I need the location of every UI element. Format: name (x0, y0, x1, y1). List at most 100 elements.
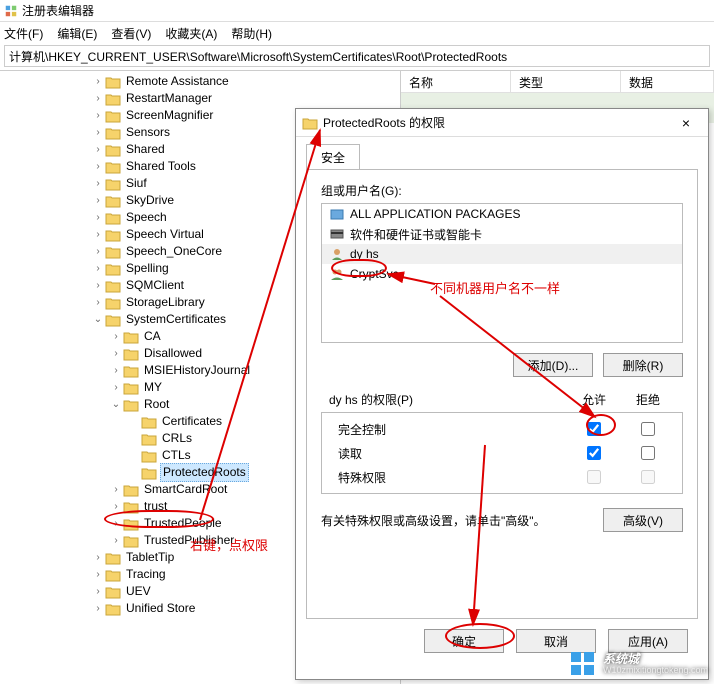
tree-label: CA (142, 328, 163, 345)
close-button[interactable]: × (664, 115, 708, 131)
folder-icon (105, 262, 121, 276)
folder-icon (141, 466, 157, 480)
menu-view[interactable]: 查看(V) (111, 25, 151, 42)
expander-icon[interactable]: › (92, 294, 104, 311)
perm-row-special: 特殊权限 (322, 465, 682, 489)
tree-item[interactable]: › RestartManager (18, 90, 400, 107)
expander-icon[interactable]: › (110, 515, 122, 532)
tree-label: RestartManager (124, 90, 214, 107)
expander-icon[interactable]: › (92, 260, 104, 277)
folder-icon (105, 551, 121, 565)
tree-label: Spelling (124, 260, 171, 277)
expander-icon[interactable]: › (92, 226, 104, 243)
watermark: 系统城 W10zmixitiongtokeng.com (569, 650, 708, 678)
allow-full-checkbox[interactable] (587, 422, 601, 436)
menu-favorites[interactable]: 收藏夹(A) (165, 25, 217, 42)
folder-icon (141, 415, 157, 429)
expander-icon[interactable]: › (92, 243, 104, 260)
ok-button[interactable]: 确定 (424, 629, 504, 653)
allow-read-checkbox[interactable] (587, 446, 601, 460)
folder-icon (105, 296, 121, 310)
users-icon (330, 267, 344, 281)
address-bar[interactable]: 计算机\HKEY_CURRENT_USER\Software\Microsoft… (4, 45, 710, 67)
expander-icon[interactable]: › (92, 107, 104, 124)
expander-icon[interactable]: › (92, 175, 104, 192)
group-row-selected[interactable]: dy hs (322, 244, 682, 264)
group-row[interactable]: CryptSvc (322, 264, 682, 284)
window-title: 注册表编辑器 (22, 2, 94, 19)
folder-icon (123, 330, 139, 344)
expander-icon[interactable]: › (92, 158, 104, 175)
expander-icon[interactable]: › (110, 498, 122, 515)
group-row[interactable]: ALL APPLICATION PACKAGES (322, 204, 682, 224)
tree-label: CTLs (160, 447, 193, 464)
col-type[interactable]: 类型 (511, 71, 621, 92)
tab-security[interactable]: 安全 (306, 144, 360, 170)
tree-label: UEV (124, 583, 153, 600)
folder-icon (123, 517, 139, 531)
advanced-button[interactable]: 高级(V) (603, 508, 683, 532)
expander-icon[interactable]: › (92, 141, 104, 158)
group-row[interactable]: 软件和硬件证书或智能卡 (322, 224, 682, 244)
group-listbox[interactable]: ALL APPLICATION PACKAGES 软件和硬件证书或智能卡 dy … (321, 203, 683, 343)
folder-icon (123, 347, 139, 361)
perm-row-read: 读取 (322, 441, 682, 465)
menu-help[interactable]: 帮助(H) (231, 25, 272, 42)
expander-icon[interactable]: › (92, 90, 104, 107)
expander-icon[interactable]: › (92, 192, 104, 209)
tree-label: Disallowed (142, 345, 204, 362)
deny-full-checkbox[interactable] (641, 422, 655, 436)
package-icon (330, 207, 344, 221)
folder-icon (123, 500, 139, 514)
folder-icon (105, 194, 121, 208)
security-tabpane: 组或用户名(G): ALL APPLICATION PACKAGES 软件和硬件… (306, 169, 698, 619)
list-header: 名称 类型 数据 (401, 71, 714, 93)
dialog-titlebar[interactable]: ProtectedRoots 的权限 × (296, 109, 708, 137)
tree-label: Shared Tools (124, 158, 198, 175)
expander-icon[interactable]: › (92, 549, 104, 566)
menu-edit[interactable]: 编辑(E) (57, 25, 97, 42)
expander-icon[interactable]: › (92, 600, 104, 617)
folder-icon (141, 432, 157, 446)
tree-label: Speech_OneCore (124, 243, 224, 260)
folder-icon (302, 116, 318, 130)
folder-icon (105, 160, 121, 174)
folder-icon (105, 109, 121, 123)
expander-icon[interactable]: ⌄ (110, 396, 122, 413)
dialog-title: ProtectedRoots 的权限 (323, 114, 445, 131)
permissions-dialog: ProtectedRoots 的权限 × 安全 组或用户名(G): ALL AP… (295, 108, 709, 680)
expander-icon[interactable]: › (92, 209, 104, 226)
expander-icon[interactable]: › (92, 277, 104, 294)
folder-icon (123, 364, 139, 378)
expander-icon[interactable]: ⌄ (92, 311, 104, 328)
perm-row-full: 完全控制 (322, 417, 682, 441)
expander-icon[interactable]: › (110, 532, 122, 549)
tree-label: TabletTip (124, 549, 176, 566)
expander-icon[interactable]: › (110, 362, 122, 379)
app-icon (4, 4, 18, 18)
menu-file[interactable]: 文件(F) (4, 25, 43, 42)
expander-icon[interactable]: › (92, 566, 104, 583)
folder-icon (105, 245, 121, 259)
col-name[interactable]: 名称 (401, 71, 511, 92)
tree-label: MY (142, 379, 164, 396)
add-button[interactable]: 添加(D)... (513, 353, 593, 377)
tree-item[interactable]: › Remote Assistance (18, 73, 400, 90)
expander-icon[interactable]: › (110, 345, 122, 362)
expander-icon[interactable]: › (110, 328, 122, 345)
tree-label: ScreenMagnifier (124, 107, 215, 124)
remove-button[interactable]: 删除(R) (603, 353, 683, 377)
perm-list: 完全控制 读取 特殊权限 (321, 412, 683, 494)
expander-icon[interactable]: › (92, 124, 104, 141)
tree-label: Speech Virtual (124, 226, 206, 243)
folder-icon (105, 92, 121, 106)
expander-icon[interactable]: › (92, 583, 104, 600)
group-label: 组或用户名(G): (321, 182, 683, 199)
tree-label: SystemCertificates (124, 311, 228, 328)
advanced-hint: 有关特殊权限或高级设置，请单击"高级"。 (321, 512, 603, 529)
expander-icon[interactable]: › (110, 379, 122, 396)
col-data[interactable]: 数据 (621, 71, 714, 92)
expander-icon[interactable]: › (110, 481, 122, 498)
deny-read-checkbox[interactable] (641, 446, 655, 460)
expander-icon[interactable]: › (92, 73, 104, 90)
